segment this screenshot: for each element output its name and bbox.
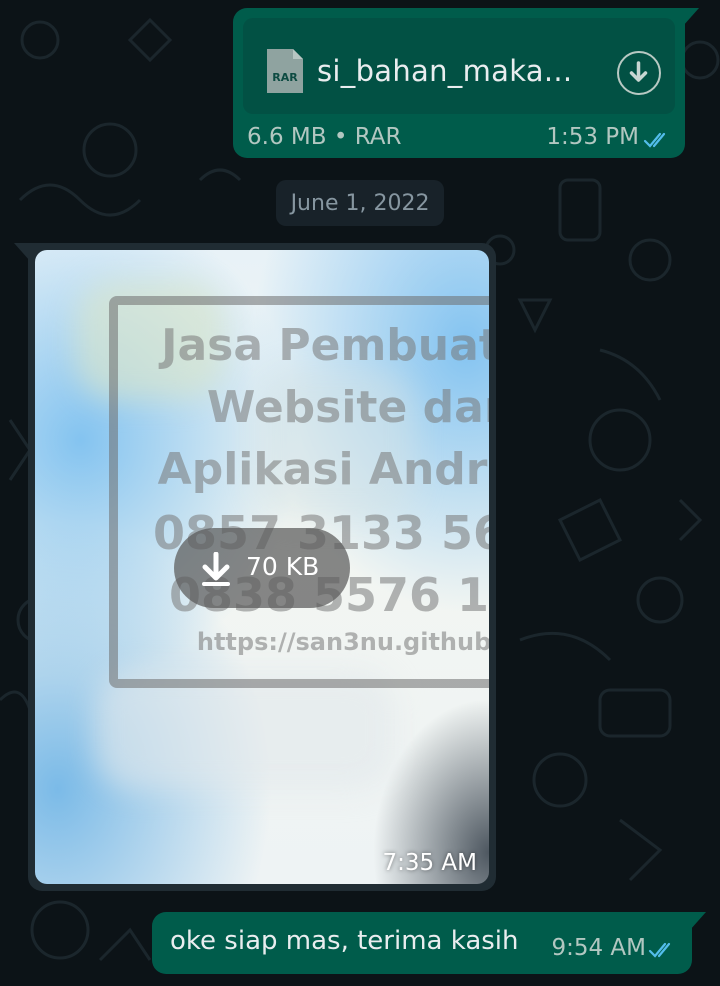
watermark-line: Website dan <box>206 382 489 433</box>
blurred-image-preview[interactable]: Jasa Pembuatan Website dan Aplikasi Andr… <box>35 250 489 884</box>
message-time: 9:54 AM <box>551 935 646 961</box>
outgoing-file-message[interactable]: RAR si_bahan_maka... 6.6 MB • RAR 1:53 P… <box>233 8 699 158</box>
outgoing-text-message[interactable]: oke siap mas, terima kasih 9:54 AM <box>152 912 706 974</box>
message-time: 1:53 PM <box>546 124 639 150</box>
chat-window: RAR si_bahan_maka... 6.6 MB • RAR 1:53 P… <box>0 0 720 986</box>
date-separator: June 1, 2022 <box>276 180 444 226</box>
watermark-url: https://san3nu.github.io <box>196 628 489 656</box>
download-arrow-icon <box>202 552 230 586</box>
file-size-type: 6.6 MB • RAR <box>247 124 402 150</box>
watermark-line: Aplikasi Android <box>157 444 489 495</box>
download-button[interactable] <box>617 51 661 95</box>
rar-file-icon: RAR <box>267 49 303 93</box>
incoming-image-message[interactable]: Jasa Pembuatan Website dan Aplikasi Andr… <box>14 243 496 891</box>
download-size: 70 KB <box>246 552 320 581</box>
file-attachment-card[interactable]: RAR si_bahan_maka... <box>243 18 675 114</box>
bubble-tail <box>14 243 30 261</box>
double-check-icon <box>648 942 671 958</box>
bubble-tail <box>683 8 699 26</box>
file-type-label: RAR <box>272 71 298 84</box>
message-time: 7:35 AM <box>382 850 477 876</box>
double-check-icon <box>643 132 666 148</box>
message-text: oke siap mas, terima kasih <box>170 926 519 956</box>
file-name: si_bahan_maka... <box>317 54 573 88</box>
watermark-line: Jasa Pembuatan <box>161 320 489 371</box>
image-download-button[interactable]: 70 KB <box>174 528 350 608</box>
bubble-tail <box>690 912 706 930</box>
download-icon <box>629 61 648 82</box>
